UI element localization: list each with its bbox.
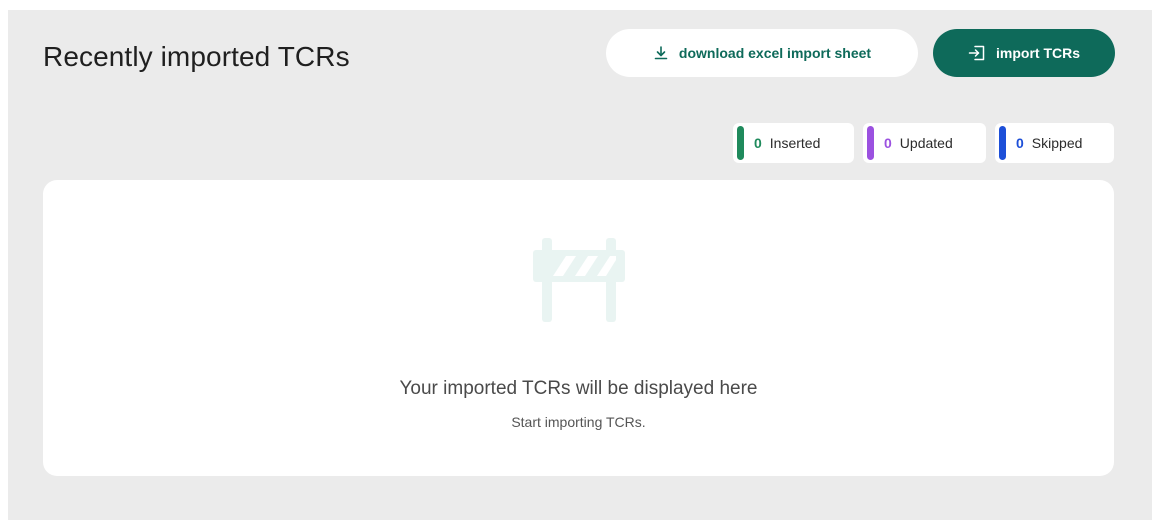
skipped-counter: 0 Skipped xyxy=(995,123,1114,163)
import-button-label: import TCRs xyxy=(996,45,1080,61)
inserted-label: Inserted xyxy=(769,135,821,151)
download-import-sheet-button[interactable]: download excel import sheet xyxy=(606,29,918,77)
download-button-label: download excel import sheet xyxy=(678,45,872,61)
empty-state-title: Your imported TCRs will be displayed her… xyxy=(399,378,758,399)
updated-count: 0 xyxy=(884,135,892,151)
imported-tcrs-panel: Your imported TCRs will be displayed her… xyxy=(43,180,1114,476)
page-title: Recently imported TCRs xyxy=(43,41,350,72)
updated-label: Updated xyxy=(899,135,953,151)
skipped-count: 0 xyxy=(1016,135,1024,151)
import-icon xyxy=(968,45,986,61)
updated-counter: 0 Updated xyxy=(863,123,986,163)
download-icon xyxy=(653,45,669,61)
inserted-counter: 0 Inserted xyxy=(733,123,854,163)
updated-color-bar xyxy=(867,126,874,160)
inserted-count: 0 xyxy=(754,135,762,151)
empty-state-subtitle: Start importing TCRs. xyxy=(511,414,646,430)
page-container: Recently imported TCRs download excel im… xyxy=(8,10,1152,520)
skipped-label: Skipped xyxy=(1031,135,1083,151)
import-tcrs-button[interactable]: import TCRs xyxy=(933,29,1115,77)
barrier-icon xyxy=(533,238,625,327)
skipped-color-bar xyxy=(999,126,1006,160)
inserted-color-bar xyxy=(737,126,744,160)
